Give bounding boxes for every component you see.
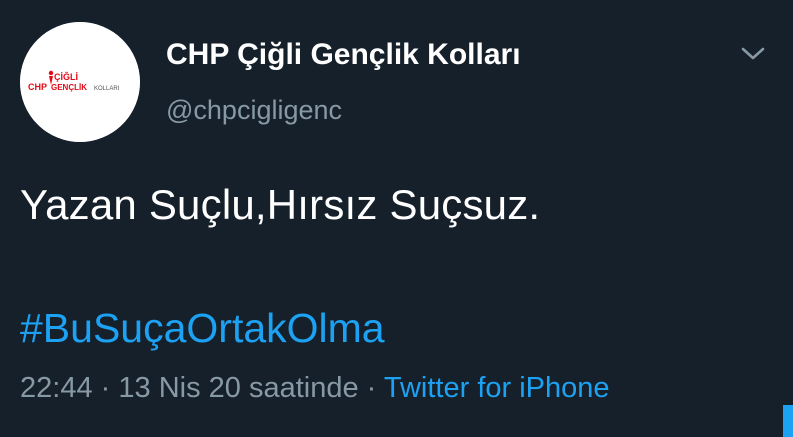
tweet-date[interactable]: 13 Nis 20 saatinde: [118, 372, 358, 404]
chp-logo: ÇİĞLİ CHP GENÇLİK KOLLARI: [20, 22, 140, 142]
tweet-source-link[interactable]: Twitter for iPhone: [384, 372, 610, 404]
display-name[interactable]: CHP Çiğli Gençlik Kolları: [166, 38, 521, 72]
hashtag-link[interactable]: #BuSuçaOrtakOlma: [20, 305, 385, 352]
logo-line1: ÇİĞLİ: [54, 71, 78, 82]
tweet-time[interactable]: 22:44: [20, 372, 93, 404]
chevron-down-icon[interactable]: [740, 44, 766, 64]
tweet-meta: 22:44 · 13 Nis 20 saatinde · Twitter for…: [20, 372, 610, 405]
logo-line2-suffix: KOLLARI: [94, 86, 120, 92]
avatar[interactable]: ÇİĞLİ CHP GENÇLİK KOLLARI: [20, 22, 140, 142]
tweet-card: ÇİĞLİ CHP GENÇLİK KOLLARI CHP Çiğli Genç…: [0, 0, 793, 437]
meta-separator: ·: [366, 372, 377, 404]
meta-separator: ·: [100, 372, 111, 404]
logo-line2: GENÇLİK: [51, 83, 87, 92]
tweet-text: Yazan Suçlu,Hırsız Suçsuz.: [20, 181, 541, 228]
user-handle[interactable]: @chpcigligenc: [166, 95, 342, 126]
logo-chp: CHP: [28, 82, 47, 92]
edge-accent: [783, 405, 793, 437]
